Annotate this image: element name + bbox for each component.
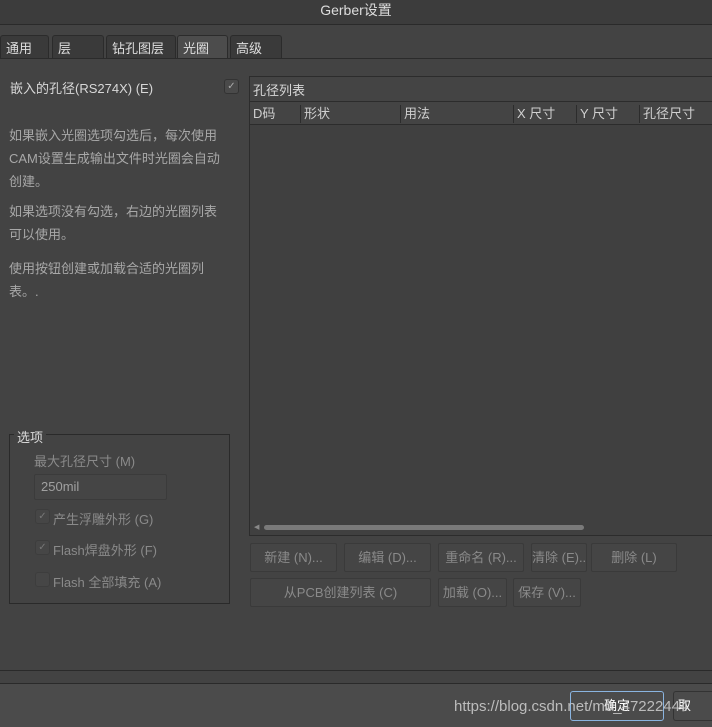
max-aperture-label: 最大孔径尺寸 (M) [34, 454, 136, 469]
create-from-pcb-button[interactable]: 从PCB创建列表 (C) [250, 578, 431, 607]
embed-apertures-label: 嵌入的孔径(RS274X) (E) [10, 81, 154, 96]
tab-layers[interactable]: 层 [52, 35, 104, 59]
relief-shapes-label: 产生浮雕外形 (G) [53, 512, 154, 527]
window-title: Gerber设置 [320, 2, 392, 18]
aperture-list-table[interactable]: 孔径列表 D码 形状 用法 X 尺寸 Y 尺寸 孔径尺寸 [249, 76, 712, 536]
flash-fill-label: Flash 全部填充 (A) [53, 575, 162, 590]
scroll-left-icon[interactable]: ◀ [254, 523, 259, 531]
rename-button[interactable]: 重命名 (R)... [438, 543, 524, 572]
info-text-1: 如果嵌入光圈选项勾选后，每次使用CAM设置生成输出文件时光圈会自动创建。 [9, 128, 220, 189]
embed-apertures-checkbox[interactable]: ✓ [224, 79, 239, 94]
check-icon: ✓ [38, 542, 47, 553]
max-aperture-input[interactable]: 250mil [34, 474, 167, 500]
column-header-y-size[interactable]: Y 尺寸 [576, 105, 618, 123]
relief-shapes-checkbox[interactable]: ✓ [35, 509, 50, 524]
info-text-2: 如果选项没有勾选，右边的光圈列表可以使用。 [9, 204, 218, 242]
tab-apertures[interactable]: 光圈 [177, 35, 228, 59]
flash-fill-checkbox[interactable] [35, 572, 50, 587]
check-icon: ✓ [227, 81, 236, 92]
footer-divider [0, 670, 712, 671]
options-group-title: 选项 [14, 427, 47, 446]
check-icon: ✓ [38, 511, 47, 522]
tab-divider [0, 58, 712, 59]
column-header-shape[interactable]: 形状 [300, 105, 330, 123]
delete-button[interactable]: 删除 (L) [591, 543, 677, 572]
clear-button[interactable]: 清除 (E).. [531, 543, 587, 572]
watermark: https://blog.csdn.net/m0_47222444 [454, 698, 689, 715]
column-header-row: D码 形状 用法 X 尺寸 Y 尺寸 孔径尺寸 [250, 102, 712, 125]
tab-advanced[interactable]: 高级 [230, 35, 282, 59]
aperture-list-title: 孔径列表 [250, 77, 712, 102]
column-header-dcode[interactable]: D码 [250, 105, 275, 123]
edit-button[interactable]: 编辑 (D)... [344, 543, 431, 572]
tab-drill-layers[interactable]: 钻孔图层 [106, 35, 176, 59]
tab-general[interactable]: 通用 [0, 35, 49, 59]
flash-pad-checkbox[interactable]: ✓ [35, 540, 50, 555]
horizontal-scrollbar[interactable] [264, 525, 584, 530]
column-header-hole-size[interactable]: 孔径尺寸 [639, 105, 695, 123]
new-button[interactable]: 新建 (N)... [250, 543, 337, 572]
column-header-x-size[interactable]: X 尺寸 [513, 105, 555, 123]
save-button[interactable]: 保存 (V)... [513, 578, 581, 607]
column-header-usage[interactable]: 用法 [400, 105, 430, 123]
info-text-3: 使用按钮创建或加载合适的光圈列表。. [9, 261, 205, 299]
title-bar: Gerber设置 [0, 0, 712, 25]
flash-pad-label: Flash焊盘外形 (F) [53, 543, 158, 558]
load-button[interactable]: 加载 (O)... [438, 578, 507, 607]
